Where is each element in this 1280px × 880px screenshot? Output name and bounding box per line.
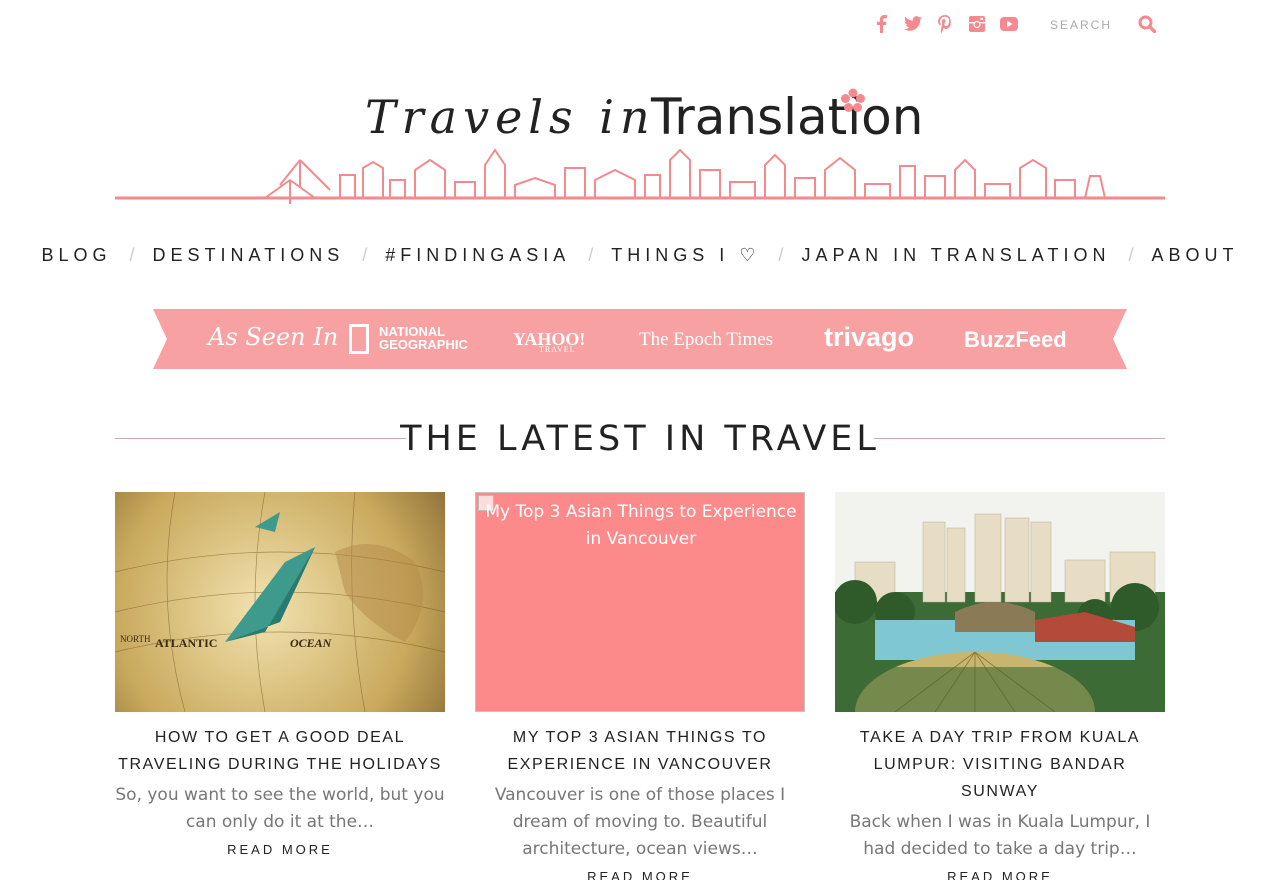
latest-section-header: THE LATEST IN TRAVEL [115,415,1165,465]
as-seen-in-banner: As Seen In NATIONAL GEOGRAPHIC YAHOO! TRA… [153,309,1127,369]
nav-item-findingasia[interactable]: #FINDINGASIA [385,245,570,266]
post-excerpt: So, you want to see the world, but you c… [115,785,445,832]
nav-item-about[interactable]: ABOUT [1152,245,1239,266]
search-icon [1138,15,1157,33]
nav-item-destinations[interactable]: DESTINATIONS [153,245,345,266]
pinterest-icon[interactable] [936,14,954,34]
nav-item-japan-in-translation[interactable]: JAPAN IN TRANSLATION [801,245,1110,266]
post-title[interactable]: HOW TO GET A GOOD DEAL TRAVELING DURING … [115,724,445,778]
svg-text:ATLANTIC: ATLANTIC [155,636,217,650]
post-excerpt: Back when I was in Kuala Lumpur, I had d… [849,812,1151,859]
nav-separator: / [362,244,368,265]
cherry-blossom-icon [841,88,865,112]
search-box [1040,10,1165,40]
facebook-icon[interactable] [872,14,890,34]
search-input[interactable] [1050,14,1140,36]
post-image-broken[interactable]: My Top 3 Asian Things to Experience in V… [475,492,805,712]
epoch-times-logo: The Epoch Times [639,329,774,350]
top-bar [0,0,1280,50]
post-title[interactable]: MY TOP 3 ASIAN THINGS TO EXPERIENCE IN V… [475,724,805,778]
read-more-link[interactable]: READ MORE [475,869,805,880]
search-button[interactable] [1136,14,1158,36]
section-title: THE LATEST IN TRAVEL [400,419,880,459]
skyline-graphic [115,148,1165,204]
post-card: TAKE A DAY TRIP FROM KUALA LUMPUR: VISIT… [835,492,1165,880]
post-excerpt: Vancouver is one of those places I dream… [494,785,786,859]
post-card: ATLANTIC OCEAN NORTH HOW TO GET A GOOD D… [115,492,445,857]
instagram-icon[interactable] [968,14,986,34]
read-more-link[interactable]: READ MORE [115,842,445,857]
post-card: My Top 3 Asian Things to Experience in V… [475,492,805,880]
nav-item-blog[interactable]: BLOG [41,245,111,266]
buzzfeed-logo: BuzzFeed [964,327,1067,352]
logo-script-text: Travels in [365,90,656,144]
svg-text:NORTH: NORTH [120,634,151,644]
twitter-icon[interactable] [904,14,922,34]
yahoo-travel-logo: YAHOO! TRAVEL [513,329,586,354]
site-logo[interactable]: Travels in Translation [115,82,1165,212]
nav-separator: / [778,244,784,265]
post-image-sunway[interactable] [835,492,1165,712]
youtube-icon[interactable] [1000,14,1018,34]
read-more-link[interactable]: READ MORE [835,869,1165,880]
nav-item-things-i-love[interactable]: THINGS I ♡ [611,245,760,266]
logo-main-text: Translation [651,88,924,146]
nav-separator: / [588,244,594,265]
trivago-logo: trivago [824,322,915,352]
svg-text:OCEAN: OCEAN [290,636,333,650]
social-links [872,14,1018,34]
as-seen-in-label: As Seen In [208,323,339,351]
image-alt-text: My Top 3 Asian Things to Experience in V… [485,502,797,549]
post-title[interactable]: TAKE A DAY TRIP FROM KUALA LUMPUR: VISIT… [835,724,1165,805]
nav-separator: / [1128,244,1134,265]
main-nav: BLOG / DESTINATIONS / #FINDINGASIA / THI… [0,240,1280,270]
nav-separator: / [129,244,135,265]
post-image-globe[interactable]: ATLANTIC OCEAN NORTH [115,492,445,712]
